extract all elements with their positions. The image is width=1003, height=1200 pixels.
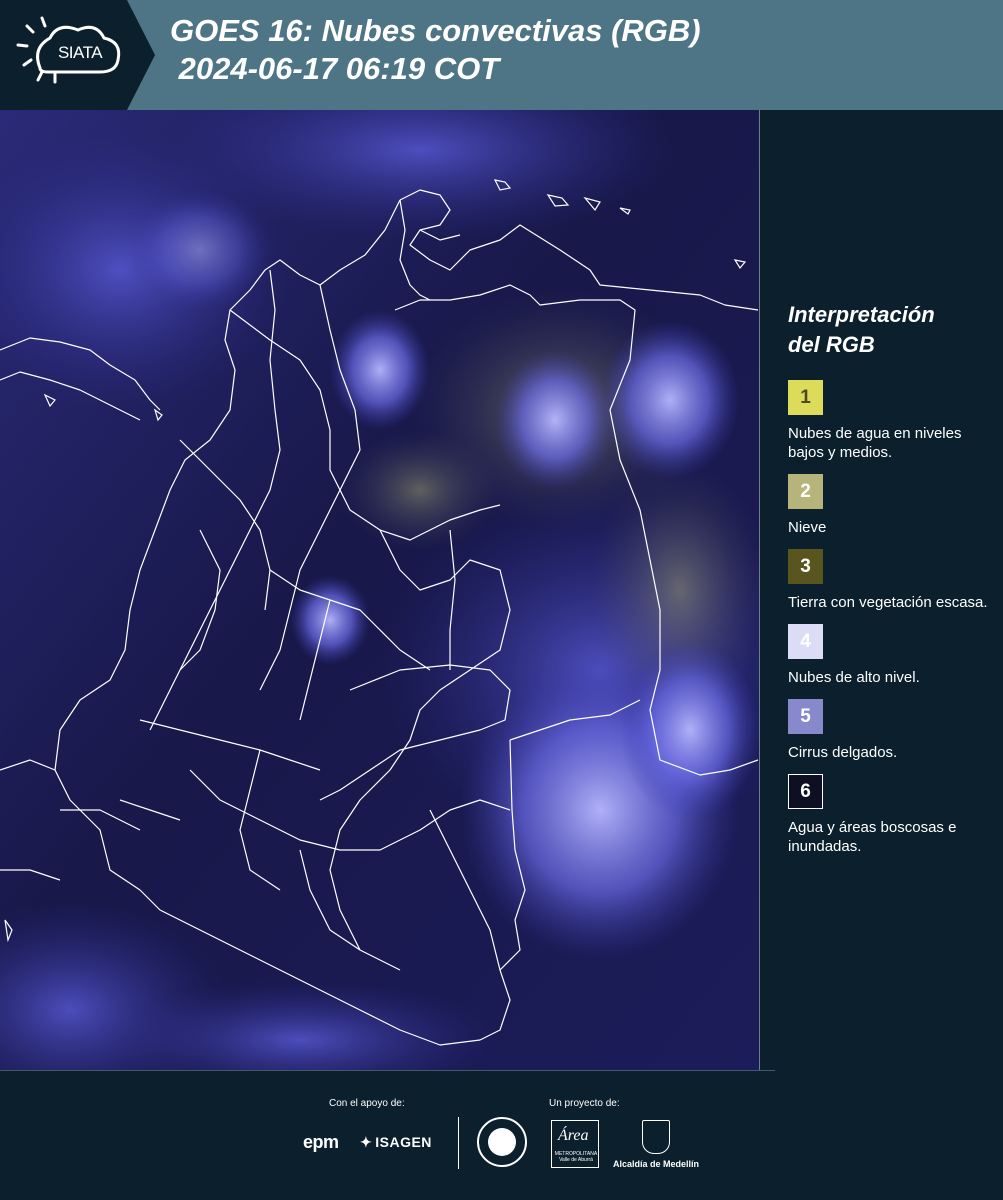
page-title: GOES 16: Nubes convectivas (RGB) 2024-06…	[170, 12, 701, 88]
legend-item: 6 Agua y áreas boscosas e inundadas.	[788, 774, 988, 856]
title-line-2: 2024-06-17 06:19 COT	[170, 51, 500, 86]
epm-logo: epm	[303, 1132, 339, 1152]
legend-swatch: 5	[788, 699, 823, 734]
university-seal-icon	[477, 1117, 527, 1167]
legend-item: 1 Nubes de agua en niveles bajos y medios…	[788, 380, 988, 462]
isagen-mark-icon: ✦	[360, 1134, 373, 1150]
siata-logo: SIATA	[0, 0, 155, 110]
legend-item: 3 Tierra con vegetación escasa.	[788, 549, 988, 612]
isagen-logo: ✦ ISAGEN	[360, 1134, 432, 1151]
legend-label: Cirrus delgados.	[788, 744, 898, 761]
project-label: Un proyecto de:	[549, 1098, 620, 1109]
legend-label: Agua y áreas boscosas e inundadas.	[788, 819, 957, 855]
support-label: Con el apoyo de:	[329, 1098, 405, 1109]
page: SIATA GOES 16: Nubes convectivas (RGB) 2…	[0, 0, 1003, 1200]
legend-swatch: 4	[788, 624, 823, 659]
legend-label: Nubes de agua en niveles bajos y medios.	[788, 425, 962, 461]
legend-label: Tierra con vegetación escasa.	[788, 594, 988, 611]
footer-divider	[458, 1117, 459, 1169]
legend-swatch: 3	[788, 549, 823, 584]
legend-items: 1 Nubes de agua en niveles bajos y medios…	[788, 380, 988, 856]
legend-label: Nubes de alto nivel.	[788, 669, 920, 686]
seal-inner	[488, 1128, 516, 1156]
legend-title: Interpretación del RGB	[788, 302, 935, 357]
footer: Con el apoyo de: Un proyecto de: epm ✦ IS…	[0, 1070, 1003, 1200]
header-bar: SIATA GOES 16: Nubes convectivas (RGB) 2…	[0, 0, 1003, 110]
legend-item: 2 Nieve	[788, 474, 988, 537]
legend-item: 5 Cirrus delgados.	[788, 699, 988, 762]
legend: Interpretación del RGB 1 Nubes de agua en…	[788, 300, 988, 868]
alcaldia-crest-icon	[642, 1120, 670, 1154]
alcaldia-label: Alcaldía de Medellín	[613, 1159, 700, 1169]
legend-swatch: 1	[788, 380, 823, 415]
legend-swatch: 2	[788, 474, 823, 509]
title-line-1: GOES 16: Nubes convectivas (RGB)	[170, 13, 701, 48]
legend-swatch: 6	[788, 774, 823, 809]
isagen-text: ISAGEN	[375, 1134, 432, 1150]
area-sub-text: METROPOLITANA Valle de Aburrá	[554, 1151, 598, 1163]
legend-label: Nieve	[788, 519, 827, 536]
area-metropolitana-logo: Área METROPOLITANA Valle de Aburrá	[551, 1120, 599, 1168]
footer-rule	[0, 1070, 775, 1071]
legend-item: 4 Nubes de alto nivel.	[788, 624, 988, 687]
area-script-text: Área	[558, 1127, 589, 1144]
logo-text: SIATA	[57, 43, 103, 62]
satellite-rgb-image	[0, 110, 759, 1070]
satellite-map[interactable]	[0, 110, 760, 1070]
